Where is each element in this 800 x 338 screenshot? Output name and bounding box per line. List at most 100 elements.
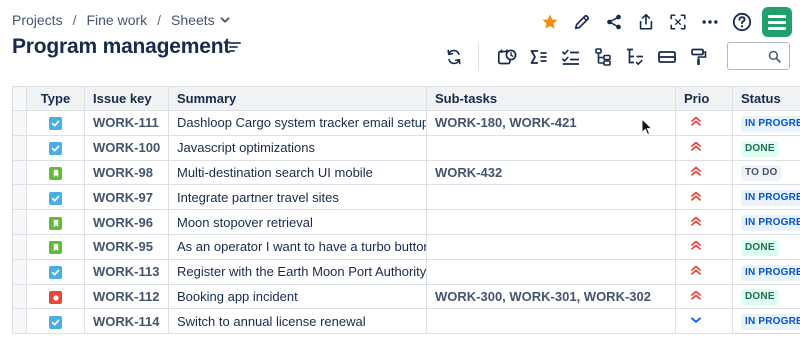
table-row[interactable]: WORK-95 As an operator I want to have a t…: [12, 233, 800, 260]
row-handle[interactable]: [12, 233, 27, 260]
chevron-down-icon[interactable]: [220, 15, 230, 25]
breadcrumb-sheets[interactable]: Sheets: [171, 12, 215, 28]
type-cell[interactable]: [26, 209, 85, 235]
table-row[interactable]: WORK-100 Javascript optimizations DONE: [12, 134, 800, 161]
row-handle[interactable]: [12, 308, 27, 335]
prio-cell[interactable]: [675, 283, 733, 310]
row-handle[interactable]: [12, 184, 27, 211]
status-cell[interactable]: DONE: [732, 233, 800, 260]
issue-key-cell[interactable]: WORK-95: [84, 233, 169, 260]
column-header-status[interactable]: Status: [732, 86, 800, 111]
issue-key-cell[interactable]: WORK-112: [84, 283, 169, 310]
status-cell[interactable]: DONE: [732, 283, 800, 310]
table-row[interactable]: WORK-98 Multi-destination search UI mobil…: [12, 159, 800, 186]
sub-tasks-cell[interactable]: [426, 233, 676, 260]
table-row[interactable]: WORK-96Moon stopover retrieval IN PROGRES…: [12, 209, 800, 235]
table-row[interactable]: WORK-114 Switch to annual license renewal…: [12, 308, 800, 335]
sub-tasks-cell[interactable]: [426, 209, 676, 235]
table-row[interactable]: WORK-111 Dashloop Cargo system tracker em…: [12, 110, 800, 136]
issue-key-cell[interactable]: WORK-98: [84, 159, 169, 186]
column-header-issue-key[interactable]: Issue key: [84, 86, 169, 111]
fullscreen-icon[interactable]: [662, 6, 694, 38]
row-handle[interactable]: [12, 258, 27, 285]
star-icon[interactable]: [534, 6, 566, 38]
prio-cell[interactable]: [675, 233, 733, 260]
column-header-type[interactable]: Type: [26, 86, 85, 111]
app-logo[interactable]: [762, 7, 792, 37]
row-handle[interactable]: [12, 209, 27, 235]
summary-cell[interactable]: Booking app incident: [168, 283, 427, 310]
sub-tasks-cell[interactable]: WORK-180, WORK-421: [426, 110, 676, 136]
type-cell[interactable]: [26, 308, 85, 335]
column-header-sub-tasks[interactable]: Sub-tasks: [426, 86, 676, 111]
issue-key-cell[interactable]: WORK-96: [84, 209, 169, 235]
table-row[interactable]: WORK-112 Booking app incident WORK-300, WO…: [12, 283, 800, 310]
checklist-icon[interactable]: [555, 41, 587, 73]
summary-cell[interactable]: As an operator I want to have a turbo bu…: [168, 233, 427, 260]
time-tracking-icon[interactable]: [491, 41, 523, 73]
status-cell[interactable]: IN PROGRESS: [732, 110, 800, 136]
breadcrumb-projects[interactable]: Projects: [12, 12, 63, 28]
prio-cell[interactable]: [675, 308, 733, 335]
row-handle[interactable]: [12, 134, 27, 161]
status-cell[interactable]: TO DO: [732, 159, 800, 186]
type-cell[interactable]: [26, 283, 85, 310]
type-cell[interactable]: [26, 159, 85, 186]
prio-cell[interactable]: [675, 134, 733, 161]
type-cell[interactable]: [26, 233, 85, 260]
sub-tasks-cell[interactable]: [426, 308, 676, 335]
row-handle[interactable]: [12, 110, 27, 136]
sub-tasks-cell[interactable]: WORK-432: [426, 159, 676, 186]
row-handle[interactable]: [12, 159, 27, 186]
status-cell[interactable]: DONE: [732, 134, 800, 161]
issue-key-cell[interactable]: WORK-114: [84, 308, 169, 335]
column-header-summary[interactable]: Summary: [168, 86, 427, 111]
status-cell[interactable]: IN PROGRESS: [732, 184, 800, 211]
tree-icon[interactable]: [619, 41, 651, 73]
summary-cell[interactable]: Register with the Earth Moon Port Author…: [168, 258, 427, 285]
prio-cell[interactable]: [675, 258, 733, 285]
hierarchy-icon[interactable]: [587, 41, 619, 73]
issue-key-cell[interactable]: WORK-111: [84, 110, 169, 136]
type-cell[interactable]: [26, 134, 85, 161]
refresh-icon[interactable]: [438, 41, 470, 73]
sum-icon[interactable]: [523, 41, 555, 73]
summary-cell[interactable]: Moon stopover retrieval: [168, 209, 427, 235]
table-row[interactable]: WORK-113 Register with the Earth Moon Por…: [12, 258, 800, 285]
row-height-icon[interactable]: [651, 41, 683, 73]
sub-tasks-cell[interactable]: WORK-300, WORK-301, WORK-302: [426, 283, 676, 310]
prio-cell[interactable]: [675, 110, 733, 136]
export-icon[interactable]: [630, 6, 662, 38]
summary-cell[interactable]: Javascript optimizations: [168, 134, 427, 161]
type-cell[interactable]: [26, 258, 85, 285]
more-icon[interactable]: [694, 6, 726, 38]
issue-key-cell[interactable]: WORK-97: [84, 184, 169, 211]
summary-cell[interactable]: Dashloop Cargo system tracker email setu…: [168, 110, 427, 136]
summary-cell[interactable]: Switch to annual license renewal: [168, 308, 427, 335]
table-row[interactable]: WORK-97 Integrate partner travel sites IN …: [12, 184, 800, 211]
prio-cell[interactable]: [675, 209, 733, 235]
issue-key-cell[interactable]: WORK-113: [84, 258, 169, 285]
row-handle[interactable]: [12, 283, 27, 310]
prio-cell[interactable]: [675, 184, 733, 211]
type-cell[interactable]: [26, 184, 85, 211]
status-cell[interactable]: IN PROGRESS: [732, 308, 800, 335]
type-cell[interactable]: [26, 110, 85, 136]
summary-cell[interactable]: Multi-destination search UI mobile: [168, 159, 427, 186]
sub-tasks-cell[interactable]: [426, 134, 676, 161]
format-painter-icon[interactable]: [683, 41, 715, 73]
issue-key-cell[interactable]: WORK-100: [84, 134, 169, 161]
sub-tasks-cell[interactable]: [426, 184, 676, 211]
prio-cell[interactable]: [675, 159, 733, 186]
share-icon[interactable]: [598, 6, 630, 38]
breadcrumb-fine-work[interactable]: Fine work: [86, 12, 147, 28]
status-cell[interactable]: IN PROGRESS: [732, 209, 800, 235]
column-header-prio[interactable]: Prio: [675, 86, 733, 111]
summary-cell[interactable]: Integrate partner travel sites: [168, 184, 427, 211]
status-cell[interactable]: IN PROGRESS: [732, 258, 800, 285]
edit-icon[interactable]: [566, 6, 598, 38]
sub-tasks-cell[interactable]: [426, 258, 676, 285]
help-icon[interactable]: [726, 6, 758, 38]
filter-lines-icon[interactable]: [228, 40, 242, 54]
search-icon[interactable]: [768, 50, 781, 68]
